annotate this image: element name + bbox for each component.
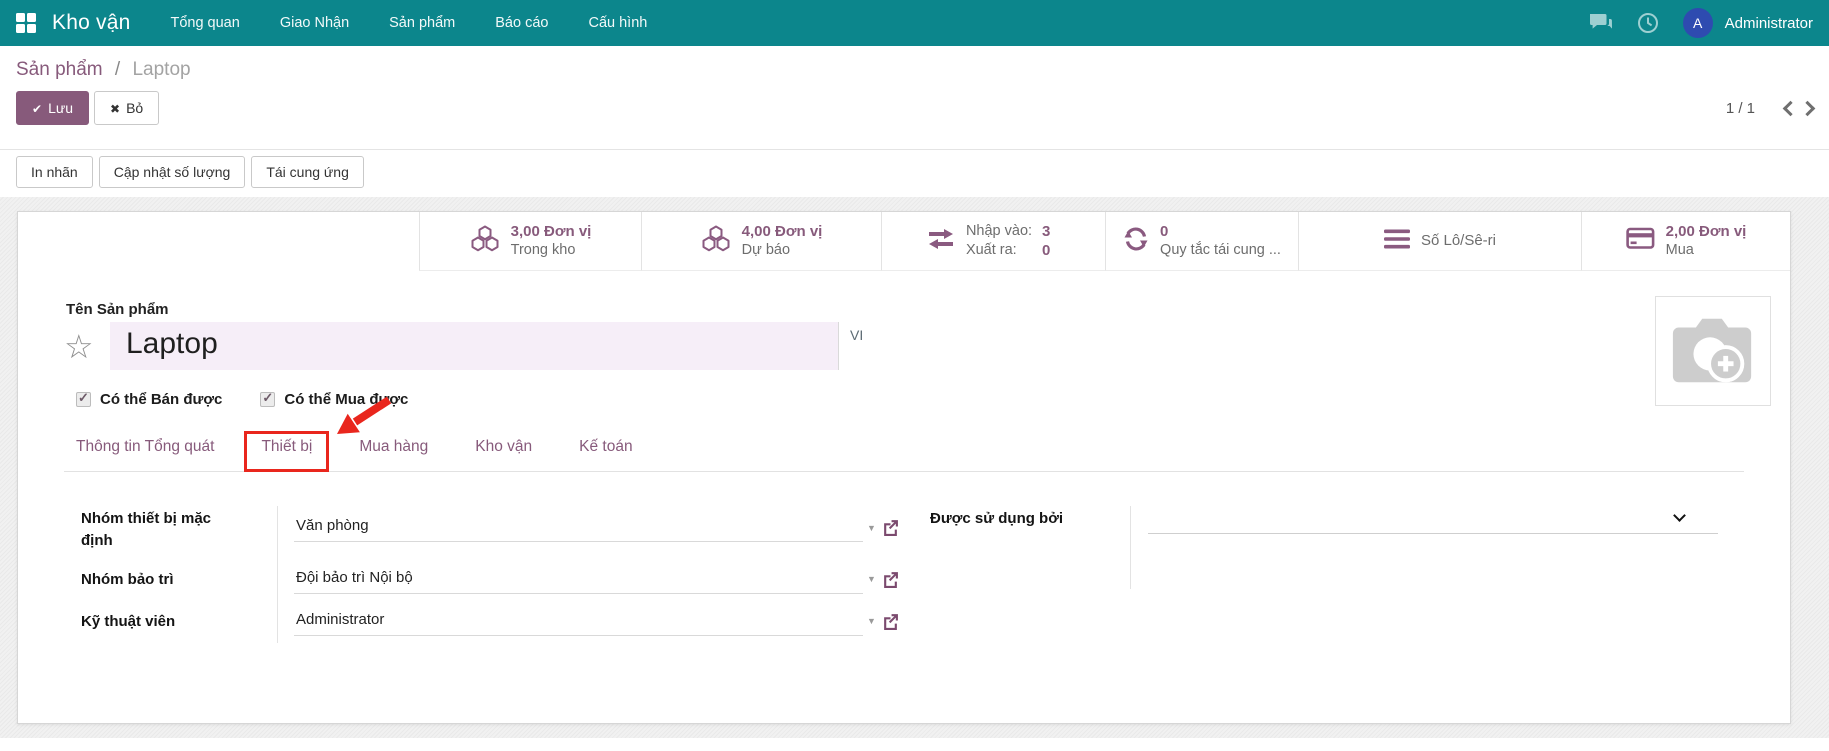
product-name-label: Tên Sản phẩm [64,301,1744,318]
notebook-tabs: Thông tin Tổng quát Thiết bị Mua hàng Kh… [64,426,1744,472]
chevron-down-icon [1673,509,1686,522]
refresh-icon [1123,227,1149,256]
translation-badge[interactable]: VI [838,322,874,370]
dropdown-caret-icon[interactable]: ▼ [867,616,876,626]
maintenance-team-input[interactable]: Đội bảo trì Nội bộ [294,565,863,594]
camera-plus-icon [1669,311,1757,391]
replenish-button[interactable]: Tái cung ứng [251,156,364,188]
stat-product-moves[interactable]: Nhập vào: 3 Xuất ra: 0 [881,212,1105,271]
field-technician: Kỹ thuật viên Administrator ▼ [81,607,894,636]
pager-next-icon[interactable] [1800,100,1816,116]
menu-item-tong-quan[interactable]: Tổng quan [170,15,239,31]
field-default-equipment-group: Nhóm thiết bị mặc định Văn phòng ▼ [81,504,894,552]
tab-general-information[interactable]: Thông tin Tổng quát [76,438,214,471]
pager-count[interactable]: 1 / 1 [1726,100,1755,117]
print-labels-button[interactable]: In nhãn [16,156,93,188]
menu-item-san-pham[interactable]: Sản phẩm [389,15,455,31]
used-by-select[interactable] [1148,504,1718,534]
product-name-input[interactable]: Laptop [110,322,838,370]
menu-item-cau-hinh[interactable]: Cấu hình [588,15,647,31]
discard-button[interactable]: ✖Bỏ [94,91,159,125]
tab-inventory[interactable]: Kho vận [475,438,532,471]
stat-lot-serial[interactable]: Số Lô/Sê-ri [1298,212,1581,271]
annotation-red-rectangle [244,431,329,472]
stat-button-box: 3,00 Đơn vị Trong kho 4,00 Đơn vị [18,212,1790,271]
annotation-red-arrow [325,394,399,440]
field-used-by: Được sử dụng bởi [930,504,1744,534]
main-menu: Tổng quan Giao Nhận Sản phẩm Báo cáo Cấu… [170,15,647,31]
list-icon [1384,229,1410,254]
content-background: 3,00 Đơn vị Trong kho 4,00 Đơn vị [0,197,1829,738]
stat-purchased[interactable]: 2,00 Đơn vị Mua [1581,212,1790,271]
product-form-sheet: 3,00 Đơn vị Trong kho 4,00 Đơn vị [17,211,1791,724]
save-button[interactable]: ✔Lưu [16,91,89,125]
messages-icon[interactable] [1589,13,1613,33]
breadcrumb: Sản phẩm / Laptop [0,46,1829,83]
dropdown-caret-icon[interactable]: ▼ [867,574,876,584]
can-be-sold-checkbox[interactable]: Có thể Bán được [76,391,222,408]
update-quantity-button[interactable]: Cập nhật số lượng [99,156,246,188]
breadcrumb-separator: / [115,59,120,80]
stat-forecasted[interactable]: 4,00 Đơn vị Dự báo [641,212,881,271]
cubes-icon [701,225,731,257]
menu-item-giao-nhan[interactable]: Giao Nhận [280,15,349,31]
stat-reordering-rules[interactable]: 0 Quy tắc tái cung ... [1105,212,1298,271]
product-image-upload[interactable] [1655,296,1771,406]
tab-purchase[interactable]: Mua hàng [359,438,428,471]
check-icon: ✔ [32,102,42,116]
apps-grid-icon[interactable] [16,13,36,33]
avatar[interactable]: A [1683,8,1713,38]
default-equipment-group-input[interactable]: Văn phòng [294,513,863,542]
app-title[interactable]: Kho vận [52,11,130,35]
stat-on-hand[interactable]: 3,00 Đơn vị Trong kho [419,212,641,271]
top-navbar: Kho vận Tổng quan Giao Nhận Sản phẩm Báo… [0,0,1829,46]
breadcrumb-current: Laptop [132,59,190,80]
x-icon: ✖ [110,102,120,116]
credit-card-icon [1626,227,1655,255]
field-maintenance-team: Nhóm bảo trì Đội bảo trì Nội bộ ▼ [81,565,894,594]
exchange-arrows-icon [927,228,955,255]
menu-item-bao-cao[interactable]: Báo cáo [495,15,548,31]
user-menu[interactable]: Administrator [1725,15,1813,32]
breadcrumb-parent[interactable]: Sản phẩm [16,59,103,80]
dropdown-caret-icon[interactable]: ▼ [867,523,876,533]
tab-accounting[interactable]: Kế toán [579,438,632,471]
checkbox-checked-icon [260,392,275,407]
technician-input[interactable]: Administrator [294,607,863,636]
pager-previous-icon[interactable] [1783,100,1799,116]
favorite-star-icon[interactable]: ☆ [64,322,110,370]
action-toolbar: In nhãn Cập nhật số lượng Tái cung ứng [0,150,1829,197]
cubes-icon [470,225,500,257]
activities-clock-icon[interactable] [1637,12,1659,34]
checkbox-checked-icon [76,392,91,407]
